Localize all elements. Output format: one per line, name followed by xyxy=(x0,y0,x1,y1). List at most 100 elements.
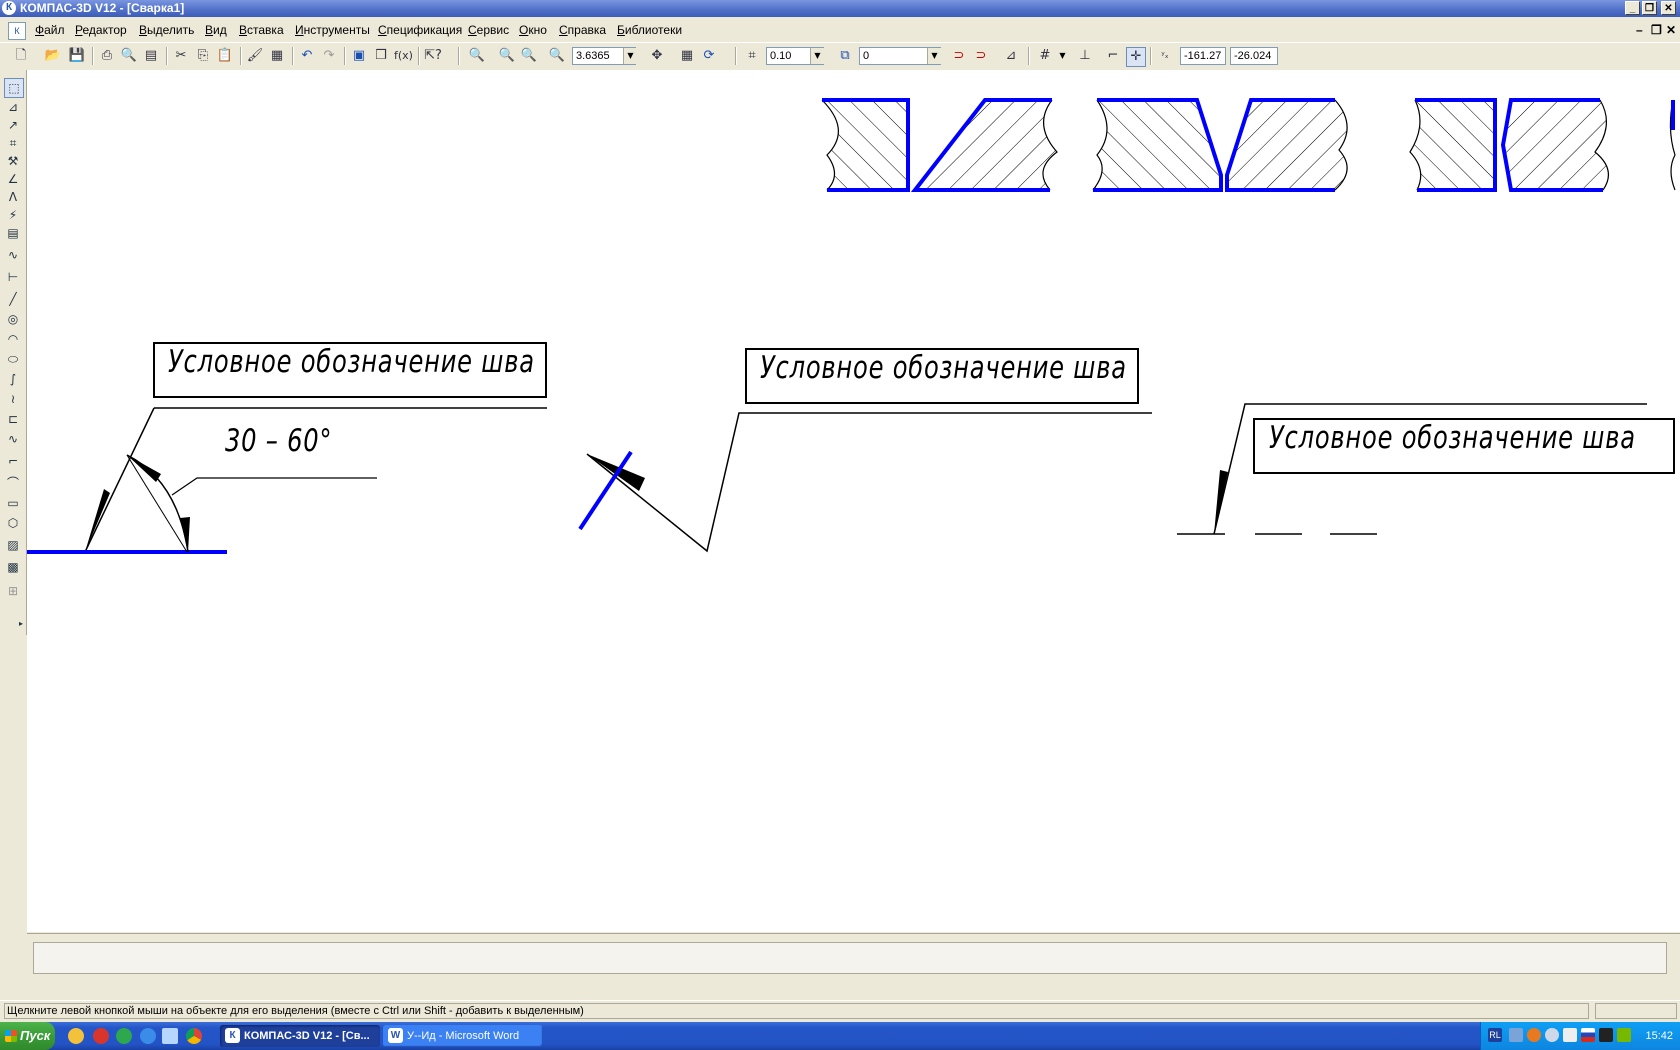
format-painter-icon[interactable]: 🖌 xyxy=(246,47,264,65)
editing-icon[interactable]: ⌗ xyxy=(4,134,22,152)
weld-annotation-text-1[interactable]: Условное обозначение шва xyxy=(168,344,535,380)
grid-dropdown-icon[interactable]: ▼ xyxy=(1056,48,1069,64)
menu-help[interactable]: Справка xyxy=(559,23,606,37)
volume-icon[interactable] xyxy=(1563,1028,1577,1042)
cursor-step-icon[interactable]: ⌗ xyxy=(743,47,761,65)
language-indicator[interactable]: RL xyxy=(1488,1028,1502,1042)
curve-tool-icon[interactable]: ∿ xyxy=(4,430,22,448)
circle-tool-icon[interactable]: ◎ xyxy=(4,310,22,328)
local-cs-icon[interactable]: ⊥ xyxy=(1076,47,1094,65)
kompas-app-icon[interactable]: К xyxy=(2,1,16,15)
layers-icon[interactable]: ⧉ xyxy=(836,47,854,65)
designations-icon[interactable]: ↗ xyxy=(4,116,22,134)
reports-icon[interactable]: ▤ xyxy=(4,224,22,242)
rounding-icon[interactable]: ✛ xyxy=(1126,47,1146,67)
doc-minimize-button[interactable]: – xyxy=(1636,23,1643,37)
drawing-canvas[interactable]: Условное обозначение шва 30 – 60° Условн… xyxy=(27,70,1680,932)
properties-icon[interactable]: ▤ xyxy=(142,47,160,65)
spline-tool-icon[interactable]: ≀ xyxy=(4,390,22,408)
refresh-icon[interactable]: ▦ xyxy=(678,47,696,65)
quicklaunch-utorrent-icon[interactable] xyxy=(116,1028,132,1044)
step-dropdown-icon[interactable]: ▼ xyxy=(810,48,824,64)
undo-icon[interactable]: ↶ xyxy=(298,47,316,65)
document-icon[interactable]: К xyxy=(8,22,26,40)
weld-section-1[interactable] xyxy=(821,98,1058,192)
weld-section-3[interactable] xyxy=(1409,98,1610,192)
nvidia-icon[interactable] xyxy=(1617,1028,1631,1042)
pan-icon[interactable]: ✥ xyxy=(648,47,666,65)
selection-icon[interactable]: Λ xyxy=(4,188,22,206)
menu-view[interactable]: Вид xyxy=(205,23,227,37)
rectangle-tool-icon[interactable]: ▭ xyxy=(4,494,22,512)
menu-file[interactable]: Файл xyxy=(35,23,65,37)
property-field[interactable] xyxy=(33,942,1667,974)
local-snap-icon[interactable]: ⊃ xyxy=(972,47,990,65)
arc-tool-icon[interactable]: ◠ xyxy=(4,330,22,348)
menu-service[interactable]: Сервис xyxy=(468,23,509,37)
tray-update-icon[interactable] xyxy=(1545,1028,1559,1042)
doc-close-button[interactable]: ✕ xyxy=(1666,23,1676,37)
print-icon[interactable]: ⎙ xyxy=(98,47,116,65)
print-preview-icon[interactable]: 🔍 xyxy=(120,47,138,65)
task-kompas[interactable]: К КОМПАС-3D V12 - [Св... xyxy=(220,1025,380,1047)
library-manager-icon[interactable]: ❒ xyxy=(372,47,390,65)
copy-icon[interactable]: ⎘ xyxy=(194,47,212,65)
start-button[interactable]: Пуск xyxy=(0,1022,55,1050)
variables-icon[interactable]: ▦ xyxy=(268,47,286,65)
minimize-button[interactable]: _ xyxy=(1625,1,1640,15)
maximize-button[interactable]: ❐ xyxy=(1642,1,1657,15)
select-tool-icon[interactable]: ⬚ xyxy=(4,78,24,98)
task-word[interactable]: W У--Ид - Microsoft Word xyxy=(383,1025,543,1047)
zoom-in-icon[interactable]: 🔍 xyxy=(498,47,516,65)
fill-tool-icon[interactable]: ▩ xyxy=(4,558,22,576)
save-icon[interactable]: 💾 xyxy=(68,47,86,65)
menu-insert[interactable]: Вставка xyxy=(239,23,284,37)
macro-tool-icon[interactable]: ⊞ xyxy=(4,582,22,600)
manager-icon[interactable]: ▣ xyxy=(350,47,368,65)
network-icon[interactable] xyxy=(1509,1028,1523,1042)
menu-editor[interactable]: Редактор xyxy=(75,23,127,37)
close-button[interactable]: ✕ xyxy=(1661,1,1676,15)
zoom-scale-icon[interactable]: 🔍 xyxy=(548,47,566,65)
spec-icon[interactable]: ⚡ xyxy=(4,206,22,224)
zoom-dropdown-icon[interactable]: ▼ xyxy=(623,48,637,64)
new-document-icon[interactable]: 🗋 xyxy=(12,47,30,65)
menu-libraries[interactable]: Библиотеки xyxy=(617,23,682,37)
zoom-window-icon[interactable]: 🔍 xyxy=(468,47,486,65)
ortho-icon[interactable]: ⊿ xyxy=(1002,47,1020,65)
help-pointer-icon[interactable]: ⇱? xyxy=(424,47,442,65)
parametrization-icon[interactable]: ⚒ xyxy=(4,152,22,170)
weld-section-2[interactable] xyxy=(1092,98,1348,192)
fillet-tool-icon[interactable]: ⌒ xyxy=(4,474,22,492)
coord-y-field[interactable]: -26.024 xyxy=(1230,47,1278,65)
quicklaunch-opera-icon[interactable] xyxy=(93,1028,109,1044)
grid-icon[interactable]: # xyxy=(1036,47,1054,65)
bezier-tool-icon[interactable]: ∫ xyxy=(4,370,22,388)
segment-tool-icon[interactable]: ╱ xyxy=(4,290,22,308)
redraw-icon[interactable]: ⟳ xyxy=(700,47,718,65)
quicklaunch-ie-icon[interactable] xyxy=(140,1028,156,1044)
orthogonal-mode-icon[interactable]: ⌐ xyxy=(1104,47,1122,65)
weld-annotation-text-3[interactable]: Условное обозначение шва xyxy=(1269,420,1636,456)
menu-select[interactable]: Выделить xyxy=(139,23,194,37)
quicklaunch-chrome-icon[interactable] xyxy=(186,1028,202,1044)
tray-app-icon[interactable] xyxy=(1527,1028,1541,1042)
snap-icon[interactable]: ⊃ xyxy=(950,47,968,65)
paste-icon[interactable]: 📋 xyxy=(216,47,234,65)
cut-icon[interactable]: ✂ xyxy=(172,47,190,65)
point-tool-icon[interactable]: ∿ xyxy=(4,246,22,264)
redo-icon[interactable]: ↷ xyxy=(320,47,338,65)
chamfer-tool-icon[interactable]: ⌐ xyxy=(4,452,22,470)
tray-monitor-icon[interactable] xyxy=(1599,1028,1613,1042)
hatch-tool-icon[interactable]: ▨ xyxy=(4,536,22,554)
menu-specification[interactable]: Спецификация xyxy=(378,23,462,37)
menu-tools[interactable]: Инструменты xyxy=(295,23,370,37)
weld-annotation-text-2[interactable]: Условное обозначение шва xyxy=(760,350,1127,386)
quicklaunch-aimp-icon[interactable] xyxy=(68,1028,84,1044)
layer-dropdown-icon[interactable]: ▼ xyxy=(927,48,941,64)
polyline-tool-icon[interactable]: ⊏ xyxy=(4,410,22,428)
angle-label[interactable]: 30 – 60° xyxy=(225,423,332,459)
open-icon[interactable]: 📂 xyxy=(44,47,62,65)
measure-icon[interactable]: ∠ xyxy=(4,170,22,188)
contour-tool-icon[interactable]: ⬡ xyxy=(4,514,22,532)
